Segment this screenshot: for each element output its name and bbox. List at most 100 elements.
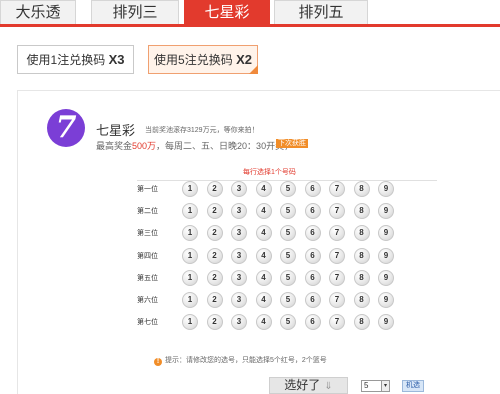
number-ball[interactable]: 8 [353,203,370,220]
number-ball[interactable]: 8 [353,181,370,197]
redeem-5-multiplier: X2 [236,52,252,67]
number-ball[interactable]: 1 [182,181,198,197]
digit-row-label: 第六位 [137,297,158,304]
number-ball[interactable]: 6 [304,225,321,242]
draw-schedule: ，每周二、五、日晚20：30开奖， [156,141,294,151]
number-ball[interactable]: 5 [280,314,296,331]
number-ball[interactable]: 6 [304,314,321,331]
number-ball[interactable]: 4 [255,269,272,286]
number-ball[interactable]: 4 [255,181,272,197]
tab-pailie5[interactable]: 排列五 [274,0,368,24]
qixingcai-logo-icon: 7 [47,109,85,147]
number-ball[interactable]: 9 [378,314,394,331]
number-ball[interactable]: 3 [231,314,247,331]
number-ball[interactable]: 7 [329,203,345,220]
lottery-tabbar: 大乐透 排列三 七星彩 排列五 [0,0,500,27]
number-ball[interactable]: 8 [353,314,370,331]
confirm-pick-button[interactable]: 选好了 ⇓ [269,377,348,394]
tip-text: 提示：请修改您的选号，只能选择5个红号，2个篮号 [165,357,327,364]
warning-icon: ! [154,358,162,366]
number-ball[interactable]: 2 [206,225,223,242]
number-ball[interactable]: 6 [304,181,321,197]
number-ball[interactable]: 1 [182,247,198,264]
arrow-down-icon: ⇓ [324,381,333,392]
number-ball[interactable]: 8 [353,269,370,286]
number-ball[interactable]: 6 [304,292,321,308]
number-ball[interactable]: 6 [304,203,321,220]
number-ball[interactable]: 3 [231,247,247,264]
digit-row-label: 第三位 [137,230,158,238]
redeem-1-code-button[interactable]: 使用1注兑换码 X3 [17,45,134,74]
draw-info-prefix: 最高奖金 [96,141,133,151]
digit-row-label: 第一位 [137,186,158,193]
number-ball[interactable]: 3 [231,181,247,197]
number-ball[interactable]: 6 [304,269,321,286]
number-ball[interactable]: 8 [353,225,370,242]
selection-tip: ! 提示：请修改您的选号，只能选择5个红号，2个篮号 [154,355,327,366]
number-ball[interactable]: 1 [182,314,198,331]
number-ball[interactable]: 7 [329,292,345,308]
digit-row-label: 第四位 [137,252,158,260]
number-ball[interactable]: 6 [304,247,321,264]
number-ball[interactable]: 4 [255,225,272,242]
number-ball[interactable]: 2 [206,181,223,197]
draw-info: 最高奖金500万，每周二、五、日晚20：30开奖， [96,139,293,152]
number-ball[interactable]: 2 [206,247,223,264]
confirm-pick-label: 选好了 [284,378,321,392]
number-ball[interactable]: 5 [280,292,296,308]
digit-row-label: 第五位 [137,274,158,282]
number-ball[interactable]: 9 [378,269,394,286]
number-ball[interactable]: 4 [255,247,272,264]
tab-qixingcai[interactable]: 七星彩 [184,0,270,24]
number-ball[interactable]: 7 [329,225,345,242]
number-ball[interactable]: 2 [206,314,223,331]
number-ball[interactable]: 5 [280,247,296,264]
number-ball[interactable]: 7 [329,247,345,264]
tab-pailie3[interactable]: 排列三 [91,0,179,24]
redeem-1-label: 使用1注兑换码 [26,53,106,67]
number-ball[interactable]: 8 [353,292,370,308]
digit-row-label: 第二位 [137,208,158,216]
digit-row-label: 第七位 [137,319,158,327]
number-ball[interactable]: 9 [378,247,394,264]
number-ball[interactable]: 5 [280,203,296,220]
number-ball[interactable]: 4 [255,292,272,308]
max-prize: 500万 [132,141,157,151]
number-ball[interactable]: 3 [231,203,247,220]
number-ball[interactable]: 7 [329,181,345,197]
redeem-5-code-button[interactable]: 使用5注兑换码 X2 [148,45,258,74]
redeem-1-multiplier: X3 [108,52,125,67]
game-title: 七星彩 [96,123,136,138]
number-ball[interactable]: 2 [206,269,223,286]
number-ball[interactable]: 5 [280,181,296,197]
number-ball[interactable]: 9 [378,203,394,220]
number-ball[interactable]: 4 [255,314,272,331]
number-ball[interactable]: 9 [378,225,394,242]
number-ball[interactable]: 3 [231,292,247,308]
number-ball[interactable]: 9 [378,181,394,197]
number-ball[interactable]: 1 [182,225,198,242]
number-ball[interactable]: 5 [280,269,296,286]
number-ball[interactable]: 1 [182,292,198,308]
section-divider [17,90,500,91]
random-pick-button[interactable]: 机选 [402,380,424,392]
number-ball[interactable]: 2 [206,203,223,220]
chevron-down-icon: ▾ [381,381,389,391]
number-ball[interactable]: 3 [231,225,247,242]
number-ball[interactable]: 2 [206,292,223,308]
quantity-select[interactable]: 5 ▾ [361,380,390,392]
redeem-5-label: 使用5注兑换码 [154,53,233,67]
tab-daletou[interactable]: 大乐透 [0,0,76,24]
quantity-value: 5 [364,381,369,390]
number-ball[interactable]: 1 [182,203,198,220]
number-ball[interactable]: 4 [255,203,272,220]
number-ball[interactable]: 1 [182,269,198,286]
number-ball[interactable]: 7 [329,314,345,331]
number-ball[interactable]: 8 [353,247,370,264]
number-ball[interactable]: 5 [280,225,296,242]
number-ball[interactable]: 9 [378,292,394,308]
number-ball[interactable]: 3 [231,269,247,286]
number-ball[interactable]: 7 [329,269,345,286]
section-border [17,90,18,394]
status-badge: 下次获胜 [276,139,308,148]
